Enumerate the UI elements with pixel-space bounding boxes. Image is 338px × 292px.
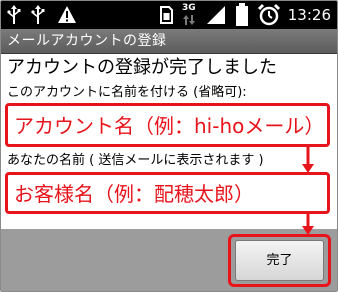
network-type-icon: 3G	[180, 3, 204, 27]
signal-icon	[207, 6, 225, 24]
usb-icon	[31, 5, 45, 24]
battery-icon	[236, 3, 248, 26]
alarm-icon	[257, 3, 281, 26]
network-label: 3G	[182, 3, 196, 13]
window-title: メールアカウントの登録	[7, 33, 167, 49]
screen: 3G 13:26 メールアカウントの登録 アカウントの登録が完了しました このア…	[0, 0, 338, 292]
account-name-value: アカウント名（例：hi-hoメール）	[14, 114, 325, 138]
sim-icon	[160, 6, 173, 24]
your-name-label: あなたの名前 ( 送信メールに表示されます )	[7, 153, 264, 168]
done-button-highlight: 完了	[228, 234, 331, 287]
arrow-down-icon	[302, 146, 314, 173]
page-heading: アカウントの登録が完了しました	[7, 57, 277, 78]
clock-time: 13:26	[287, 6, 331, 24]
warning-icon	[58, 6, 76, 23]
done-button[interactable]: 完了	[235, 240, 324, 281]
your-name-value: お客様名（例：配穂太郎）	[14, 182, 254, 206]
status-bar: 3G 13:26	[1, 1, 337, 29]
account-name-field[interactable]: アカウント名（例：hi-hoメール）	[5, 103, 330, 147]
account-name-label: このアカウントに名前を付ける (省略可):	[7, 85, 247, 100]
usb-icon	[7, 5, 21, 24]
your-name-field[interactable]: お客様名（例：配穂太郎）	[5, 172, 330, 214]
title-bar: メールアカウントの登録	[1, 29, 337, 54]
